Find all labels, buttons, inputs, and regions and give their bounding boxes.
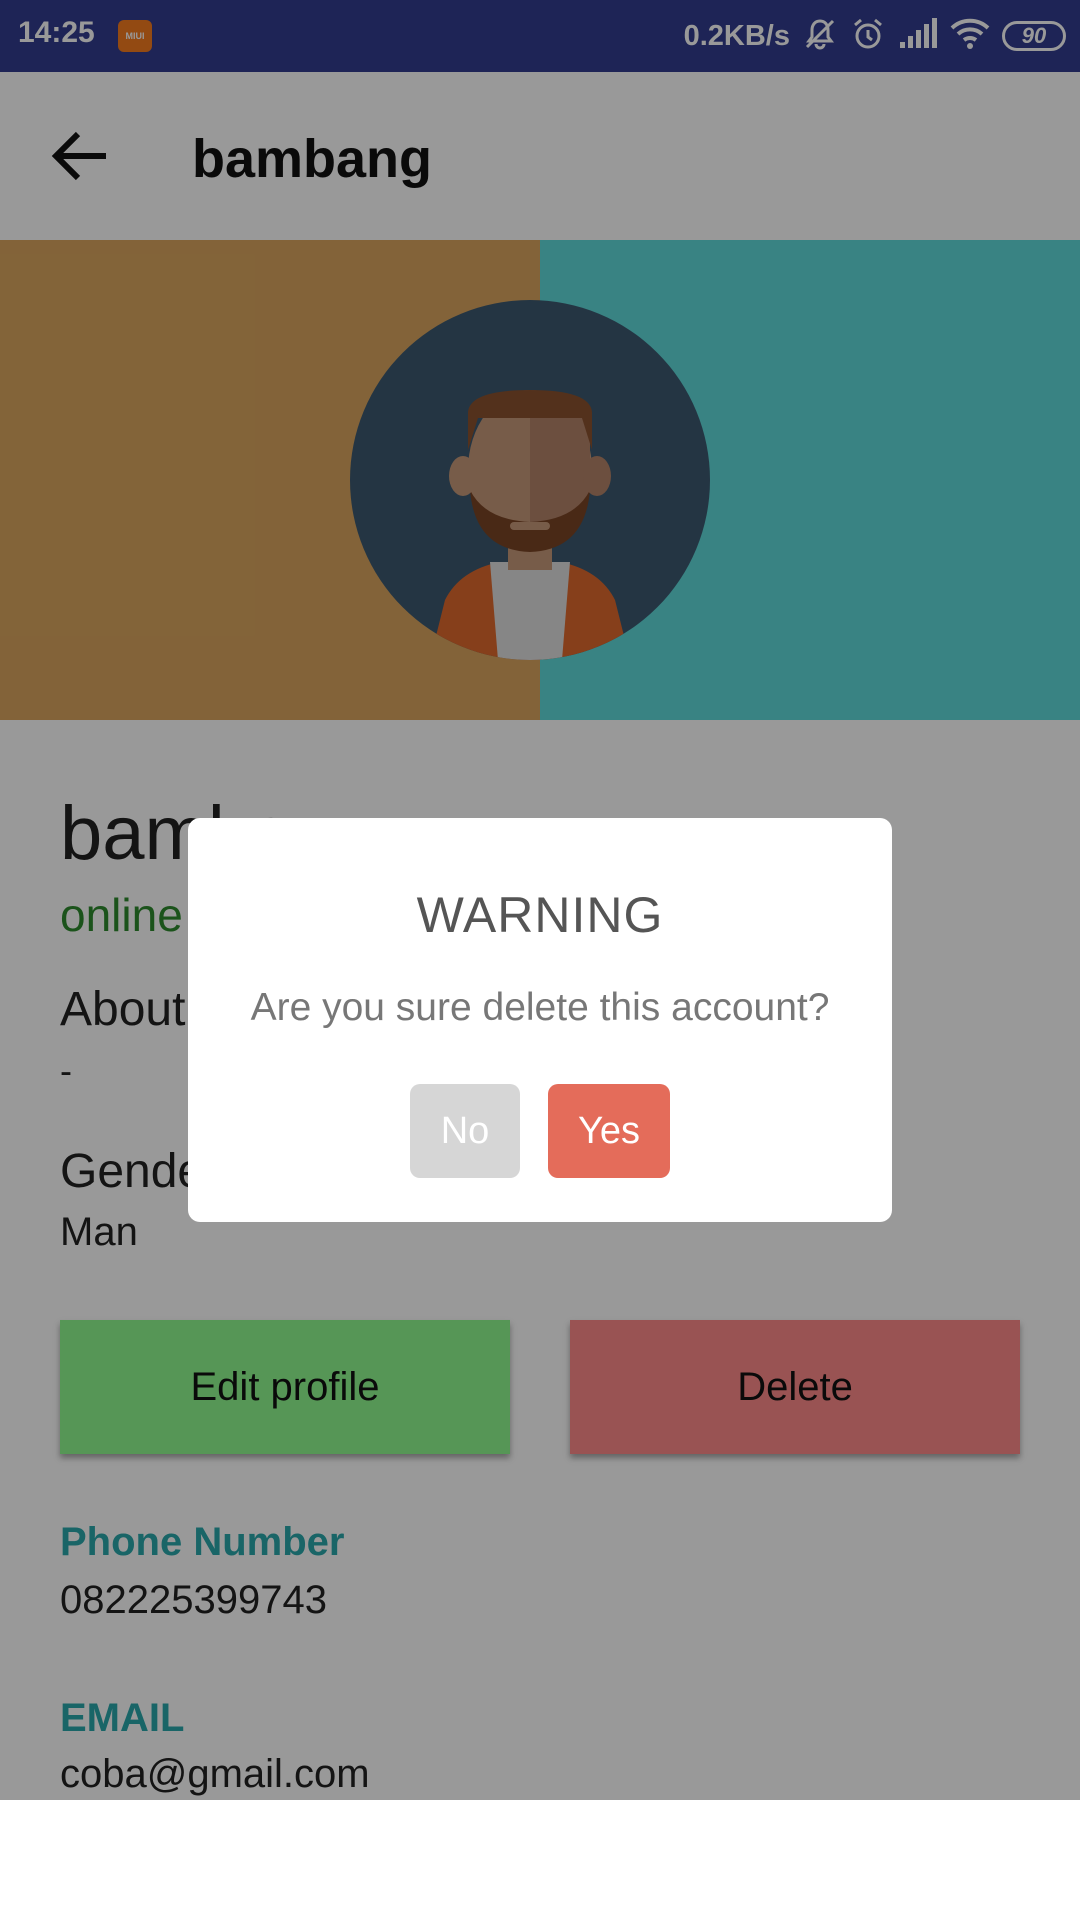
dialog-title: WARNING <box>416 887 664 943</box>
dialog-yes-button[interactable]: Yes <box>548 1084 670 1178</box>
dialog-message: Are you sure delete this account? <box>250 986 830 1029</box>
dialog-no-button[interactable]: No <box>410 1084 520 1178</box>
warning-dialog: WARNING Are you sure delete this account… <box>188 818 892 1222</box>
